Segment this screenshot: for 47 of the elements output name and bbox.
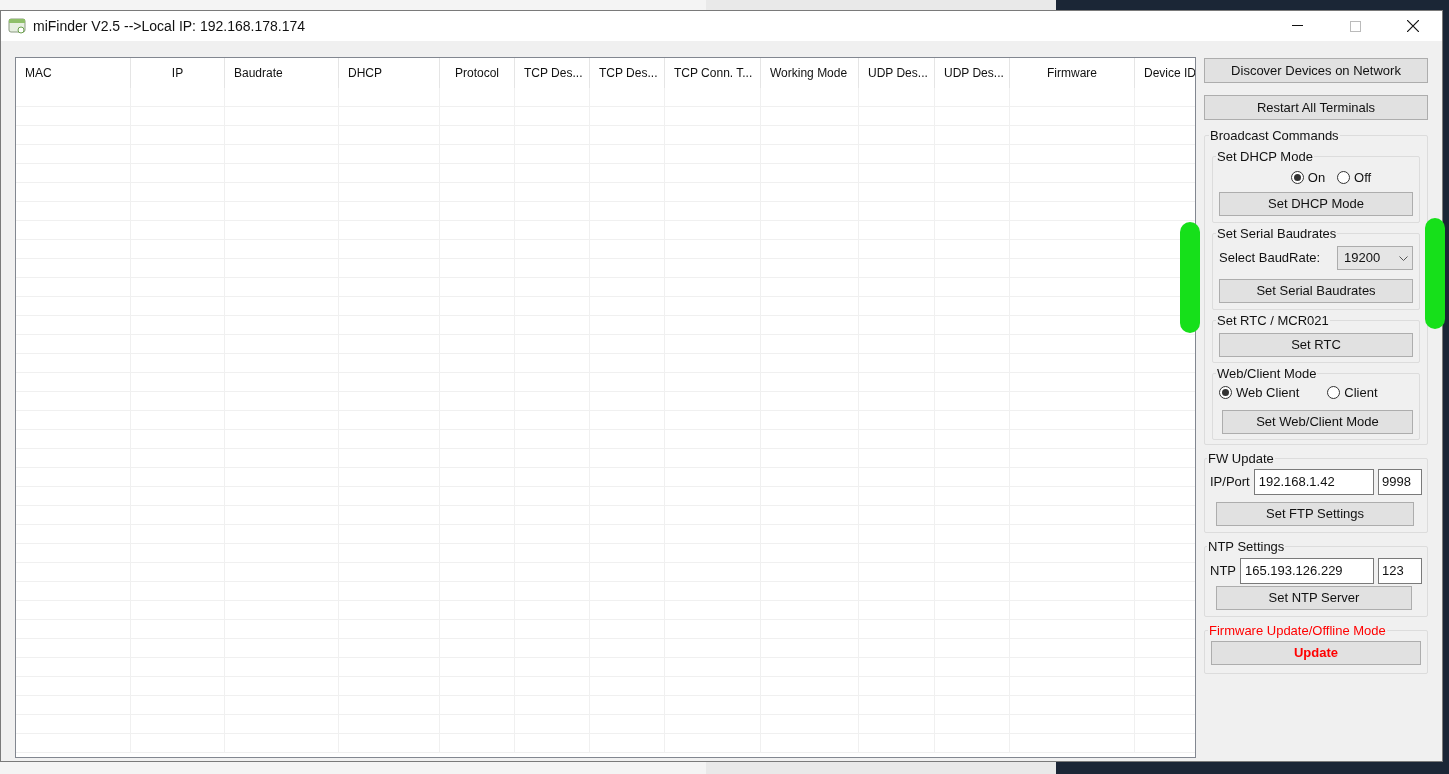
port-field[interactable]: 9998 [1378,469,1422,495]
radio-button[interactable]: On [1290,168,1326,188]
column-header[interactable]: UDP Des... [935,58,1010,88]
action-button[interactable]: Set RTC [1219,332,1413,357]
column-header[interactable]: Protocol [440,58,515,88]
ip-field[interactable]: 192.168.1.42 [1253,469,1374,495]
group-title: Set DHCP Mode [1216,147,1314,166]
column-header[interactable]: MAC [16,58,131,88]
column-header[interactable]: UDP Des... [859,58,935,88]
column-header[interactable]: TCP Des... [515,58,590,88]
group-title: Set RTC / MCR021 [1216,312,1330,330]
port-field[interactable]: 123 [1378,557,1422,584]
action-button[interactable]: Discover Devices on Network [1204,58,1428,83]
group-title: Web/Client Mode [1216,364,1318,383]
chevron-down-icon [1399,255,1408,261]
group-title: NTP Settings [1207,538,1286,556]
radio-button[interactable]: Off [1337,168,1372,188]
field-label: NTP [1210,561,1236,580]
group-title: Broadcast Commands [1209,127,1340,145]
group-title: Set Serial Baudrates [1216,224,1338,243]
action-button[interactable]: Set Web/Client Mode [1222,409,1413,434]
action-button[interactable]: Set NTP Server [1216,585,1412,610]
action-button[interactable]: Set FTP Settings [1216,502,1414,526]
column-header[interactable]: Device ID [1135,58,1195,88]
group-title: Firmware Update/Offline Mode [1208,621,1387,640]
action-button[interactable]: Set DHCP Mode [1219,191,1413,216]
column-header[interactable]: Working Mode [761,58,859,88]
group-title: FW Update [1207,449,1275,468]
column-header[interactable]: IP [131,58,225,88]
maximize-icon [1349,20,1361,32]
field-label: Select BaudRate: [1219,249,1321,268]
action-button[interactable]: Restart All Terminals [1204,95,1428,120]
column-header[interactable]: TCP Conn. T... [665,58,761,88]
minimize-icon [1291,25,1303,27]
close-icon [1407,20,1419,32]
radio-button[interactable]: Web Client [1219,383,1300,403]
column-header[interactable]: Baudrate [225,58,339,88]
baudrate-dropdown[interactable]: 19200 [1337,246,1413,270]
column-header[interactable]: TCP Des... [590,58,665,88]
column-header[interactable]: DHCP [339,58,440,88]
radio-button[interactable]: Client [1327,383,1378,403]
column-header[interactable]: Firmware [1010,58,1135,88]
ip-field[interactable]: 165.193.126.229 [1240,557,1374,584]
window-title: miFinder V2.5 -->Local IP: 192.168.178.174 [33,16,305,36]
app-icon [8,18,26,34]
field-label: IP/Port [1210,473,1250,492]
action-button[interactable]: Set Serial Baudrates [1219,279,1413,303]
